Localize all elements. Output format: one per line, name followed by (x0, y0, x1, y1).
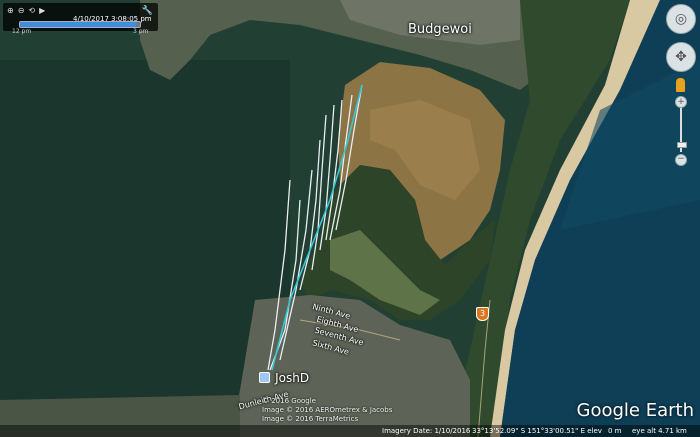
placemark-label: JoshD (275, 371, 310, 385)
zoom-out-icon[interactable]: ⊖ (18, 6, 25, 15)
time-slider-track[interactable] (19, 21, 141, 28)
pan-icon[interactable]: ✥ (666, 42, 696, 72)
google-earth-logo: Google Earth (576, 400, 694, 421)
place-label-budgewoi: Budgewoi (408, 22, 472, 37)
time-slider[interactable]: ⊕ ⊖ ⟲ ▶ 4/10/2017 3:08:05 pm 12 pm 3 pm … (3, 3, 158, 35)
zoom-slider-icon[interactable]: + − (675, 96, 687, 166)
route-shield-icon: 3 (476, 307, 489, 321)
status-bar: Imagery Date: 1/10/2016 33°13'52.09" S 1… (0, 425, 700, 437)
speed-icon[interactable]: ⟲ (28, 6, 35, 15)
placemark[interactable]: JoshD (259, 367, 309, 386)
imagery-date: Imagery Date: 1/10/2016 (382, 427, 471, 435)
time-slider-end: 3 pm (133, 28, 149, 35)
zoom-plus-icon[interactable]: + (675, 96, 687, 108)
elevation: 0 m (608, 427, 622, 435)
time-slider-fill (20, 22, 137, 27)
loop-icon[interactable]: ▶ (39, 6, 45, 15)
compass-icon[interactable]: ◎ (666, 4, 696, 34)
coordinates: 33°13'52.09" S 151°33'00.51" E elev (472, 427, 602, 435)
satellite-map[interactable] (0, 0, 700, 437)
eye-altitude: eye alt 4.71 km (632, 427, 687, 435)
placemark-icon (259, 372, 270, 383)
wrench-icon[interactable]: 🔧 (142, 6, 153, 16)
copyright: © 2016 Google Image © 2016 AEROmetrex & … (262, 397, 393, 423)
person-icon[interactable] (676, 78, 685, 92)
time-slider-start: 12 pm (12, 28, 32, 35)
zoom-minus-icon[interactable]: − (675, 154, 687, 166)
zoom-in-icon[interactable]: ⊕ (7, 6, 14, 15)
